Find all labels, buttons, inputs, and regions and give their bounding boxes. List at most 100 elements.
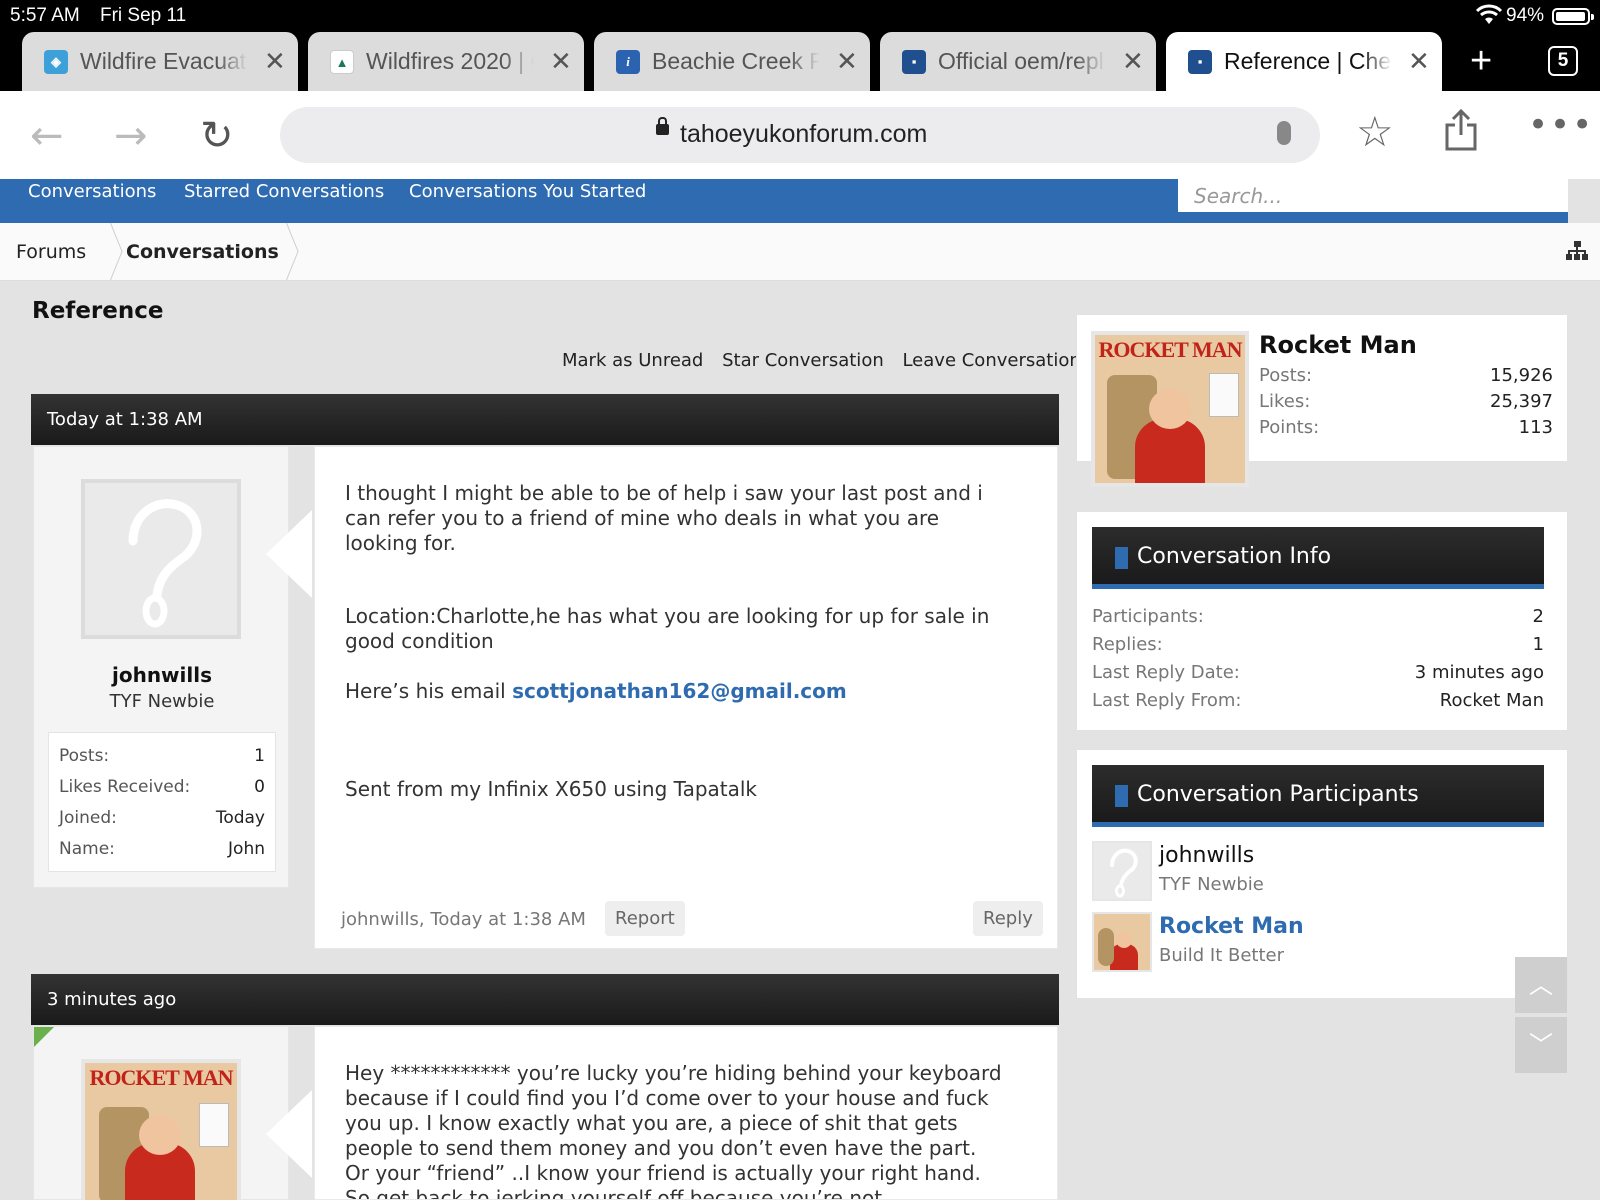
post-meta[interactable]: johnwills, Today at 1:38 AM [341, 907, 586, 932]
more-options-icon[interactable]: ••• [1528, 105, 1594, 145]
report-button[interactable]: Report [605, 901, 685, 936]
heading-marker [1115, 547, 1128, 569]
scroll-down-button[interactable]: ﹀ [1515, 1017, 1567, 1073]
stat-label: Likes: [1259, 391, 1311, 412]
leave-conversation-link[interactable]: Leave Conversation [902, 350, 1080, 371]
info-label: Replies: [1092, 634, 1163, 655]
breadcrumb-separator [98, 223, 118, 280]
browser-tab[interactable]: ▪ Official oem/replica ✕ [880, 32, 1156, 91]
email-link[interactable]: scottjonathan162@gmail.com [512, 679, 847, 703]
message-body: I thought I might be able to be of help … [314, 446, 1058, 949]
stat-value: 113 [1518, 417, 1553, 438]
forum-nav-strip: Conversations Starred Conversations Conv… [0, 179, 1568, 223]
participant-avatar[interactable] [1092, 841, 1152, 901]
microphone-icon[interactable] [1277, 121, 1291, 145]
message-email-line: Here’s his email scottjonathan162@gmail.… [345, 679, 1005, 704]
info-value: 2 [1532, 606, 1544, 627]
close-tab-icon[interactable]: ✕ [836, 46, 858, 77]
status-date: Fri Sep 11 [100, 5, 187, 26]
stat-label: Likes Received: [59, 777, 191, 797]
avatar[interactable]: ROCKET MAN [81, 1059, 241, 1200]
post-pointer [266, 510, 312, 598]
tab-title: Official oem/replica [938, 48, 1106, 75]
star-conversation-link[interactable]: Star Conversation [722, 350, 884, 371]
avatar[interactable] [81, 479, 241, 639]
breadcrumb-forums[interactable]: Forums [16, 241, 86, 263]
info-row: Last Reply From: Rocket Man [1092, 690, 1544, 716]
status-time: 5:57 AM [10, 5, 80, 26]
forward-arrow-icon[interactable]: → [114, 113, 148, 159]
browser-tab[interactable]: i Beachie Creek Fire ✕ [594, 32, 870, 91]
mark-unread-link[interactable]: Mark as Unread [562, 350, 703, 371]
participant-name[interactable]: johnwills [1159, 843, 1254, 868]
browser-tab[interactable]: ▲ Wildfires 2020 | Oregon ✕ [308, 32, 584, 91]
avatar-art [1149, 389, 1191, 429]
breadcrumb: Forums Conversations [0, 223, 1600, 281]
tab-favicon-icon: i [616, 50, 640, 74]
message-signature: Sent from my Infinix X650 using Tapatalk [345, 777, 758, 801]
address-url: tahoeyukonforum.com [680, 120, 928, 148]
nav-link-started[interactable]: Conversations You Started [409, 181, 646, 202]
message-header: Today at 1:38 AM [31, 394, 1059, 445]
scroll-up-button[interactable]: ︿ [1515, 957, 1567, 1013]
battery-icon [1552, 8, 1594, 25]
conversation-actions: Mark as Unread Star Conversation Leave C… [562, 350, 1094, 371]
tab-favicon-icon: ▪ [1188, 50, 1212, 74]
stat-value: 15,926 [1490, 365, 1553, 386]
user-name[interactable]: johnwills [34, 663, 290, 687]
info-row: Participants: 2 [1092, 606, 1544, 632]
stat-label: Joined: [59, 808, 117, 828]
close-tab-icon[interactable]: ✕ [1408, 46, 1430, 77]
profile-name[interactable]: Rocket Man [1259, 331, 1417, 359]
email-prefix: Here’s his email [345, 679, 513, 703]
info-value: Rocket Man [1439, 690, 1544, 711]
participant-name[interactable]: Rocket Man [1159, 914, 1304, 939]
participants-heading: Conversation Participants [1092, 765, 1544, 827]
breadcrumb-separator [274, 223, 294, 280]
participant-avatar[interactable] [1092, 912, 1152, 972]
bookmark-star-icon[interactable]: ☆ [1356, 107, 1394, 156]
stat-value: 1 [254, 746, 265, 766]
conversation-participants-box: Conversation Participants johnwills TYF … [1076, 749, 1568, 999]
message-body: Hey ************ you’re lucky you’re hid… [314, 1026, 1058, 1200]
back-arrow-icon[interactable]: ← [30, 113, 64, 159]
share-icon[interactable] [1444, 108, 1478, 161]
page-title: Reference [32, 298, 164, 324]
avatar-caption: ROCKET MAN [89, 1065, 234, 1090]
stat-row: Joined: Today [59, 808, 265, 838]
nav-link-starred[interactable]: Starred Conversations [184, 181, 384, 202]
browser-tab[interactable]: ◈ Wildfire Evacuation ✕ [22, 32, 298, 91]
reply-button[interactable]: Reply [973, 901, 1043, 936]
lock-icon [656, 117, 669, 135]
sitemap-icon[interactable] [1566, 241, 1588, 261]
user-title: TYF Newbie [109, 691, 215, 712]
heading-text: Conversation Participants [1137, 782, 1419, 807]
participant-title: Build It Better [1159, 945, 1285, 966]
tab-title: Wildfire Evacuation [80, 48, 248, 75]
address-bar[interactable]: tahoeyukonforum.com [280, 107, 1320, 163]
stat-value: Today [215, 808, 265, 828]
avatar-art [1098, 928, 1114, 966]
message-user-panel: johnwills TYF Newbie Posts: 1 Likes Rece… [33, 446, 289, 888]
close-tab-icon[interactable]: ✕ [1122, 46, 1144, 77]
tab-favicon-icon: ▪ [902, 50, 926, 74]
profile-card: ROCKET MAN Rocket Man Posts: 15,926 Like… [1076, 314, 1568, 487]
tab-title: Reference | Chevy [1224, 48, 1392, 75]
tab-favicon-icon: ◈ [44, 50, 68, 74]
nav-link-conversations[interactable]: Conversations [28, 181, 156, 202]
browser-tab-active[interactable]: ▪ Reference | Chevy ✕ [1166, 32, 1442, 91]
breadcrumb-conversations[interactable]: Conversations [126, 241, 279, 263]
close-tab-icon[interactable]: ✕ [550, 46, 572, 77]
tab-count-button[interactable]: 5 [1548, 46, 1578, 76]
profile-stat-row: Likes: 25,397 [1259, 391, 1553, 417]
new-tab-button[interactable]: + [1470, 40, 1492, 83]
stat-value: John [228, 839, 265, 859]
avatar-art [1110, 944, 1138, 970]
profile-avatar[interactable]: ROCKET MAN [1091, 331, 1249, 487]
question-mark-icon [128, 499, 202, 628]
search-input[interactable] [1178, 179, 1568, 212]
reload-icon[interactable]: ↻ [200, 113, 234, 159]
close-tab-icon[interactable]: ✕ [264, 46, 286, 77]
avatar-art [1135, 419, 1205, 483]
conversation-info-heading: Conversation Info [1092, 527, 1544, 589]
